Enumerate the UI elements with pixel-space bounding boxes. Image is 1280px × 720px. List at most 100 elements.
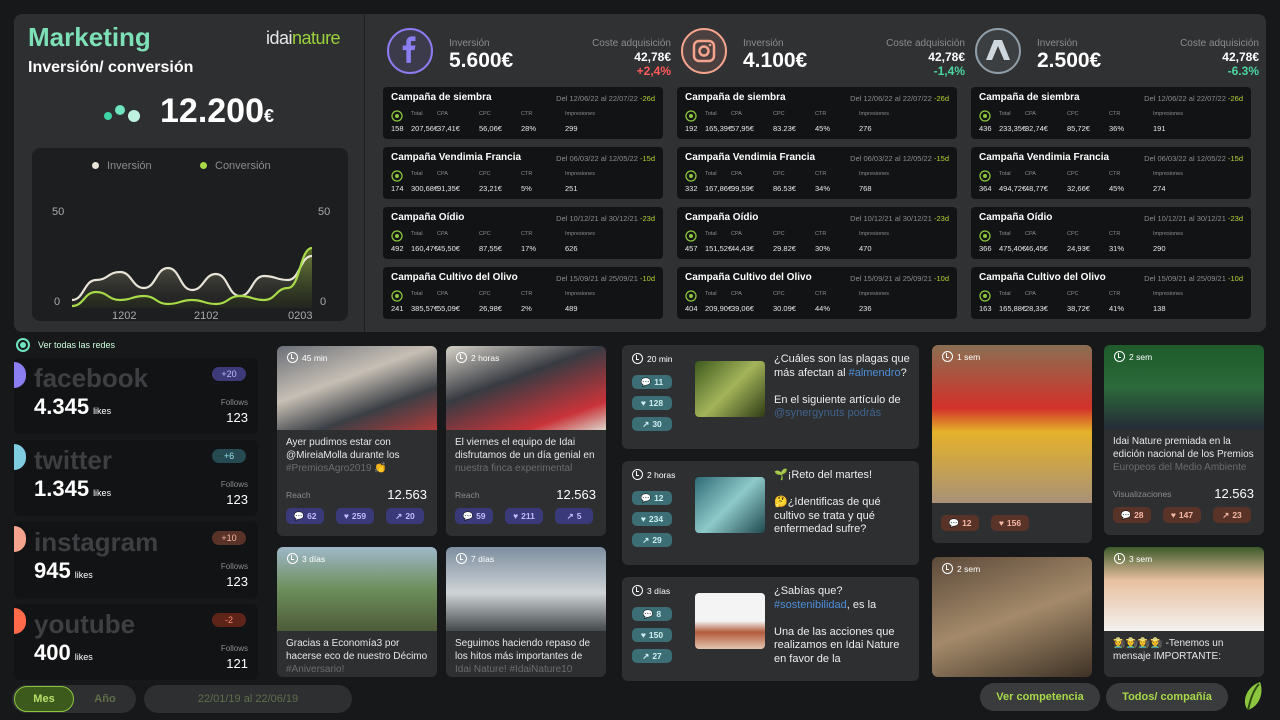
date-range: Del 12/06/22 al 22/07/22 [850,94,932,103]
twitter-post-card[interactable]: 2 horas 💬 12 ♥ 234 ↗ 29 🌱¡Reto del martes! 🤔¿Ide… [622,461,919,565]
metric-value: 45,50€ [437,244,460,253]
days-remaining: -15d [639,154,655,163]
facebook-post-card[interactable]: 45 min Ayer pudimos estar con @MireiaMoll… [277,346,437,536]
social-card-twitter[interactable]: twitter 1.345 likes +6 Follows 123 [14,440,258,516]
followers-label: Follows [220,480,248,489]
date-range: Del 06/03/22 al 12/05/22 [1144,154,1226,163]
comment-icon: 💬 [642,608,654,619]
facebook-post-card[interactable]: 3 días Gracias a Economía3 por hacerse ec… [277,547,437,677]
social-card-facebook[interactable]: facebook 4.345 likes +20 Follows 123 [14,358,258,434]
metric-label: CTR [521,291,533,297]
campaign-card[interactable]: Campaña de siembra Del 12/06/22 al 22/07/… [383,87,663,139]
year-button[interactable]: Año [76,686,134,712]
days-remaining: -10d [639,274,655,283]
metric-value: 165,88€ [999,304,1027,313]
shares-pill: ↗ 5 [555,508,593,524]
metric-value: 99,59€ [731,184,754,193]
metric-label: CTR [521,231,533,237]
likes-pill: ♥ 211 [505,508,543,524]
social-card-youtube[interactable]: youtube 400 likes -2 Follows 121 [14,604,258,680]
metric-value: 300,68€ [411,184,439,193]
reach-label: Reach [286,490,311,500]
facebook-post-card[interactable]: 2 horas El viernes el equipo de Idai disf… [446,346,606,536]
social-card-instagram[interactable]: instagram 945 likes +10 Follows 123 [14,522,258,598]
likes-count: 945 likes [34,558,93,584]
followers-label: Follows [220,562,248,571]
campaign-card[interactable]: Campaña Oídio Del 10/12/21 al 30/12/21 -2… [383,207,663,259]
days-remaining: -23d [1227,214,1243,223]
loading-dots-icon [104,105,140,122]
clock-icon [942,351,953,362]
campaign-card[interactable]: Campaña Cultivo del Olivo Del 15/09/21 al… [971,267,1251,319]
campaign-card[interactable]: Campaña Vendimia Francia Del 06/03/22 al … [971,147,1251,199]
instagram-post-card[interactable]: 2 sem [932,557,1092,677]
instagram-post-card[interactable]: 2 sem Idai Nature premiada en la edición … [1104,345,1264,535]
metric-value: 36% [1109,124,1125,133]
campaign-card[interactable]: Campaña Oídio Del 10/12/21 al 30/12/21 -2… [971,207,1251,259]
network-color-bar [14,362,26,388]
target-icon [979,229,991,242]
post-image [932,557,1092,677]
page-subtitle: Inversión/ conversión [28,59,194,76]
reach-value: 12.563 [387,487,427,502]
campaign-card[interactable]: Campaña Cultivo del Olivo Del 15/09/21 al… [677,267,957,319]
count: 20 [405,511,415,521]
campaign-card[interactable]: Campaña de siembra Del 12/06/22 al 22/07/… [677,87,957,139]
metric-value: 158 [391,124,404,133]
count: 211 [521,511,535,521]
date-range: Del 10/12/21 al 30/12/21 [850,214,932,223]
hashtag-link[interactable]: #almendro [849,367,901,379]
campaign-card[interactable]: Campaña de siembra Del 12/06/22 al 22/07/… [971,87,1251,139]
metric-label: CTR [1109,291,1121,297]
views-value: 12.563 [1214,486,1254,501]
date-range: Del 10/12/21 al 30/12/21 [1144,214,1226,223]
post-text: Idai Nature premiada en la edición nacio… [1113,435,1255,474]
campaign-name: Campaña de siembra [391,92,492,103]
network-logo-ads-icon[interactable] [975,28,1021,74]
see-competition-button[interactable]: Ver competencia [980,683,1100,711]
metric-value: 86.53€ [773,184,796,193]
metric-label: CTR [1109,111,1121,117]
network-logo-facebook-icon[interactable] [387,28,433,74]
post-thumbnail [695,361,765,417]
twitter-post-card[interactable]: 20 min 💬 11 ♥ 128 ↗ 30 ¿Cuáles son las plagas q… [622,345,919,449]
days-remaining: -26d [933,94,949,103]
campaign-dates: Del 06/03/22 al 12/05/22 -15d [1144,154,1243,163]
see-all-networks-toggle[interactable]: Ver todas las redes [16,338,115,352]
hashtag-link[interactable]: #sostenibilidad [774,599,847,611]
date-range[interactable]: 22/01/19 al 22/06/19 [144,685,352,713]
campaign-dates: Del 06/03/22 al 12/05/22 -15d [850,154,949,163]
campaign-card[interactable]: Campaña Cultivo del Olivo Del 15/09/21 al… [383,267,663,319]
count: 27 [652,651,662,661]
mention-link[interactable]: @synergynuts podrás [774,407,881,419]
heart-icon: ♥ [998,518,1004,528]
all-company-button[interactable]: Todos/ compañía [1106,683,1228,711]
target-icon [979,169,991,182]
metric-value: 191 [1153,124,1166,133]
facebook-post-card[interactable]: 7 días Seguimos haciendo repaso de los hi… [446,547,606,677]
days-remaining: -10d [933,274,949,283]
metric-label: Impresiones [859,291,889,297]
month-button[interactable]: Mes [14,686,74,712]
count: 150 [648,630,664,640]
page-title: Marketing [28,22,151,52]
instagram-post-card[interactable]: 1 sem 💬 12 ♥ 156 [932,345,1092,543]
campaign-card[interactable]: Campaña Oídio Del 10/12/21 al 30/12/21 -2… [677,207,957,259]
post-text-main: Idai Nature premiada en la edición nacio… [1113,436,1254,460]
target-icon [391,169,403,182]
campaign-card[interactable]: Campaña Vendimia Francia Del 06/03/22 al … [677,147,957,199]
metric-value: 236 [859,304,872,313]
comments-pill: 💬 59 [455,508,493,524]
shares-pill: ↗ 27 [632,649,672,663]
target-icon [979,109,991,122]
investment-value: 5.600€ [449,49,514,72]
instagram-post-card[interactable]: 3 sem 👩‍🌾👨‍🌾👩‍🌾👨‍🌾 -Tenemos un mensaje IM… [1104,547,1264,677]
twitter-post-card[interactable]: 3 días 💬 8 ♥ 150 ↗ 27 ¿Sabías que? #sostenibilid… [622,577,919,681]
acquisition-cost-value: 42,78€ [1222,50,1259,64]
investment-value: 2.500€ [1037,49,1102,72]
metric-value: 45% [815,124,831,133]
clock-icon [456,553,467,564]
metric-value: 160,47€ [411,244,439,253]
campaign-card[interactable]: Campaña Vendimia Francia Del 06/03/22 al … [383,147,663,199]
network-logo-instagram-icon[interactable] [681,28,727,74]
